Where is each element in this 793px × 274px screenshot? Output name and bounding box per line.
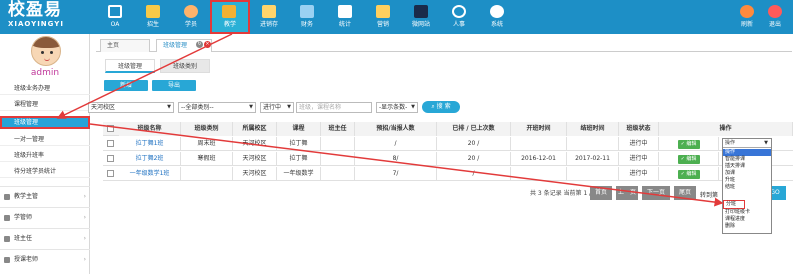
prev-page-button[interactable]: 上一页 — [616, 186, 638, 200]
subtab-class-category[interactable]: 班级类别 — [160, 59, 210, 73]
chevron-down-icon: ▼ — [287, 104, 291, 110]
nav-stats[interactable]: 统计 — [326, 0, 364, 34]
avatar — [31, 36, 61, 66]
sidebar-group-teaching-director[interactable]: 教学主管 › — [0, 186, 90, 206]
option-close-class[interactable]: 结班 — [723, 184, 771, 191]
option-assign-class[interactable]: 分班 — [723, 200, 745, 209]
sidebar-group-head-teacher[interactable]: 班主任 › — [0, 228, 90, 248]
option-add-lesson[interactable]: 加课 — [723, 170, 771, 177]
nav-logout[interactable]: 退出 — [756, 0, 793, 34]
status-select[interactable]: 进行中 ▼ — [260, 102, 294, 113]
page-size-select[interactable]: -显示条数- ▼ — [376, 102, 418, 113]
nav-hr[interactable]: 人事 — [440, 0, 478, 34]
option-print-card[interactable]: 打印班级卡 — [723, 209, 771, 216]
page-tab-bar: 主页 班级管理 ↻ × — [96, 38, 792, 52]
select-all-checkbox[interactable] — [107, 125, 114, 132]
nav-inventory[interactable]: 进销存 — [250, 0, 288, 34]
microsite-icon — [414, 5, 428, 18]
marketing-icon — [376, 5, 390, 18]
search-input[interactable]: 班级，课程名称 — [296, 102, 372, 113]
subtab-class-mgmt[interactable]: 班级管理 — [105, 59, 155, 73]
group-icon — [4, 194, 10, 200]
refresh-tab-icon[interactable]: ↻ — [196, 41, 203, 48]
chevron-down-icon: ▼ — [411, 104, 415, 110]
category-select[interactable]: --全部类别-- ▼ — [178, 102, 256, 113]
row-checkbox[interactable] — [107, 155, 114, 162]
sidebar-group-instructor[interactable]: 授课老师 › — [0, 249, 90, 269]
option-day-schedule[interactable]: 插天排课 — [723, 163, 771, 170]
close-tab-icon[interactable]: × — [204, 41, 211, 48]
nav-student[interactable]: 学员 — [172, 0, 210, 34]
add-button[interactable]: 新增 — [104, 80, 148, 91]
logo: 校盈易 XIAOYINGYI — [8, 1, 88, 33]
chevron-down-icon: ▼ — [764, 140, 768, 146]
nav-oa[interactable]: OA — [96, 0, 134, 34]
edit-button[interactable]: ✓ 编辑 — [677, 140, 700, 149]
action-dropdown[interactable]: 操作 ▼ 操作 智能排课 插天排课 加课 升班 结班 分班 打印班级卡 课程进度 … — [722, 138, 772, 234]
nav-system[interactable]: 系统 — [478, 0, 516, 34]
edit-button[interactable]: ✓ 编辑 — [677, 155, 700, 164]
finance-icon — [300, 5, 314, 18]
inventory-icon — [262, 5, 276, 18]
chevron-down-icon: ▼ — [167, 104, 171, 110]
logo-subtext: XIAOYINGYI — [8, 20, 64, 28]
system-icon — [490, 5, 504, 18]
jump-label: 转到第 — [700, 192, 719, 199]
group-icon — [4, 215, 10, 221]
hr-icon — [452, 5, 466, 18]
row-checkbox[interactable] — [107, 170, 114, 177]
sidebar-item-upgrade-rate[interactable]: 班级升班率 — [0, 149, 90, 162]
nav-teaching[interactable]: 教学 — [210, 0, 250, 34]
top-navigation-bar: 校盈易 XIAOYINGYI OA 招生 学员 教学 进销存 财务 统计 营销 … — [0, 0, 793, 34]
sidebar-item-class-business[interactable]: 班级业务办理 — [0, 82, 90, 95]
teaching-icon — [222, 5, 236, 18]
sidebar-item-class-mgmt[interactable]: 班级管理 — [0, 116, 90, 129]
chevron-right-icon: › — [83, 193, 86, 200]
logo-text: 校盈易 — [8, 0, 62, 20]
username: admin — [30, 68, 60, 78]
sidebar-item-one-on-one[interactable]: 一对一管理 — [0, 133, 90, 146]
chevron-right-icon: › — [83, 235, 86, 242]
sidebar-group-academic-advisor[interactable]: 学管师 › — [0, 207, 90, 227]
edit-button[interactable]: ✓ 编辑 — [677, 170, 700, 179]
group-icon — [4, 257, 10, 263]
student-icon — [184, 5, 198, 18]
export-button[interactable]: 导出 — [152, 80, 196, 91]
chevron-down-icon: ▼ — [249, 104, 253, 110]
oa-icon — [108, 5, 122, 18]
table-row: 拉丁舞1班 周末班 天河校区 拉丁舞 / 20 / 进行中 ✓ 编辑 — [103, 137, 793, 151]
table-row: 一年级数学1班 天河校区 一年级数学 7/ / 进行中 ✓ 编辑 — [103, 167, 793, 181]
nav-microsite[interactable]: 微网站 — [402, 0, 440, 34]
nav-marketing[interactable]: 营销 — [364, 0, 402, 34]
enroll-icon — [146, 5, 160, 18]
chevron-right-icon: › — [83, 214, 86, 221]
action-select[interactable]: 操作 ▼ — [723, 139, 771, 148]
refresh-icon — [740, 5, 754, 18]
row-checkbox[interactable] — [107, 140, 114, 147]
option-smart-schedule[interactable]: 智能排课 — [723, 156, 771, 163]
sidebar: admin 班级业务办理 课程管理 班级管理 一对一管理 班级升班率 待分班学员… — [0, 34, 90, 274]
logout-icon — [768, 5, 782, 18]
next-page-button[interactable]: 下一页 — [642, 186, 670, 200]
table-header-row: 班级名称 班级类别 所属校区 课程 班主任 预招/当报人数 已排 / 已上次数 … — [103, 122, 793, 136]
tab-home[interactable]: 主页 — [100, 39, 150, 52]
option-action[interactable]: 操作 — [723, 149, 771, 156]
table-row: 拉丁舞2班 寒假班 天河校区 拉丁舞 8/ 20 / 2016-12-01 20… — [103, 152, 793, 166]
campus-select[interactable]: 天河校区 ▼ — [88, 102, 174, 113]
group-icon — [4, 236, 10, 242]
option-course-progress[interactable]: 课程进度 — [723, 216, 771, 223]
sidebar-item-pending-students[interactable]: 待分班学员统计 — [0, 165, 90, 178]
nav-enroll[interactable]: 招生 — [134, 0, 172, 34]
nav-finance[interactable]: 财务 — [288, 0, 326, 34]
last-page-button[interactable]: 尾页 — [674, 186, 696, 200]
option-upgrade[interactable]: 升班 — [723, 177, 771, 184]
option-delete[interactable]: 删除 — [723, 223, 771, 230]
sidebar-item-course-mgmt[interactable]: 课程管理 — [0, 98, 90, 111]
chevron-right-icon: › — [83, 256, 86, 263]
search-button[interactable]: ⌕ 搜 索 — [422, 101, 460, 113]
first-page-button[interactable]: 首页 — [590, 186, 612, 200]
stats-icon — [338, 5, 352, 18]
